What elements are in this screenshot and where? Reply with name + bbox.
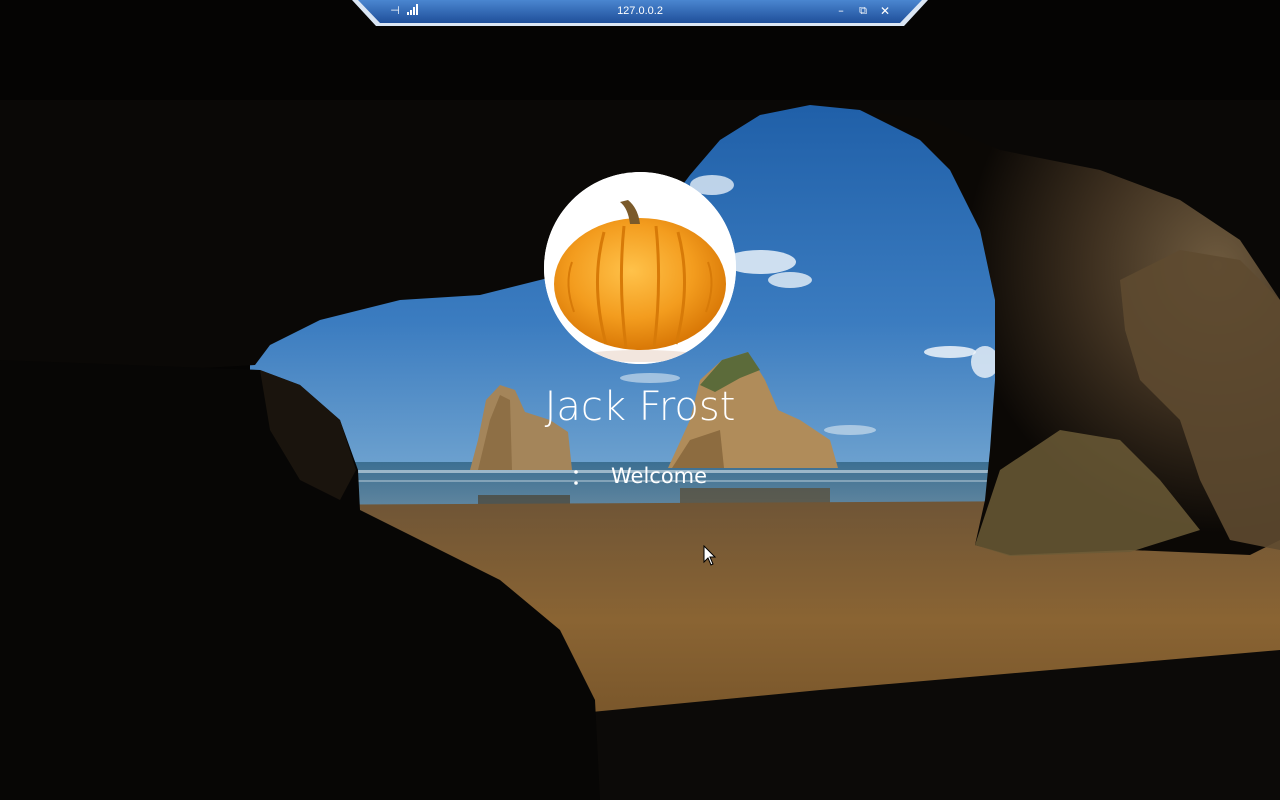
user-avatar	[544, 172, 736, 364]
loading-spinner-icon	[574, 470, 578, 485]
minimize-icon[interactable]: –	[832, 3, 850, 19]
mouse-cursor-icon	[703, 545, 717, 566]
remote-connection-bar: ⊣ 127.0.0.2 – ⧉ ✕	[352, 0, 928, 26]
pumpkin-avatar-icon	[544, 172, 736, 364]
user-name: Jack Frost	[544, 384, 736, 430]
restore-icon[interactable]: ⧉	[854, 3, 872, 19]
remote-desktop-screen: ⊣ 127.0.0.2 – ⧉ ✕ Jack Frost Welcome	[0, 0, 1280, 800]
close-icon[interactable]: ✕	[876, 3, 894, 19]
status-row: Welcome	[560, 462, 760, 490]
status-message: Welcome	[611, 464, 708, 488]
